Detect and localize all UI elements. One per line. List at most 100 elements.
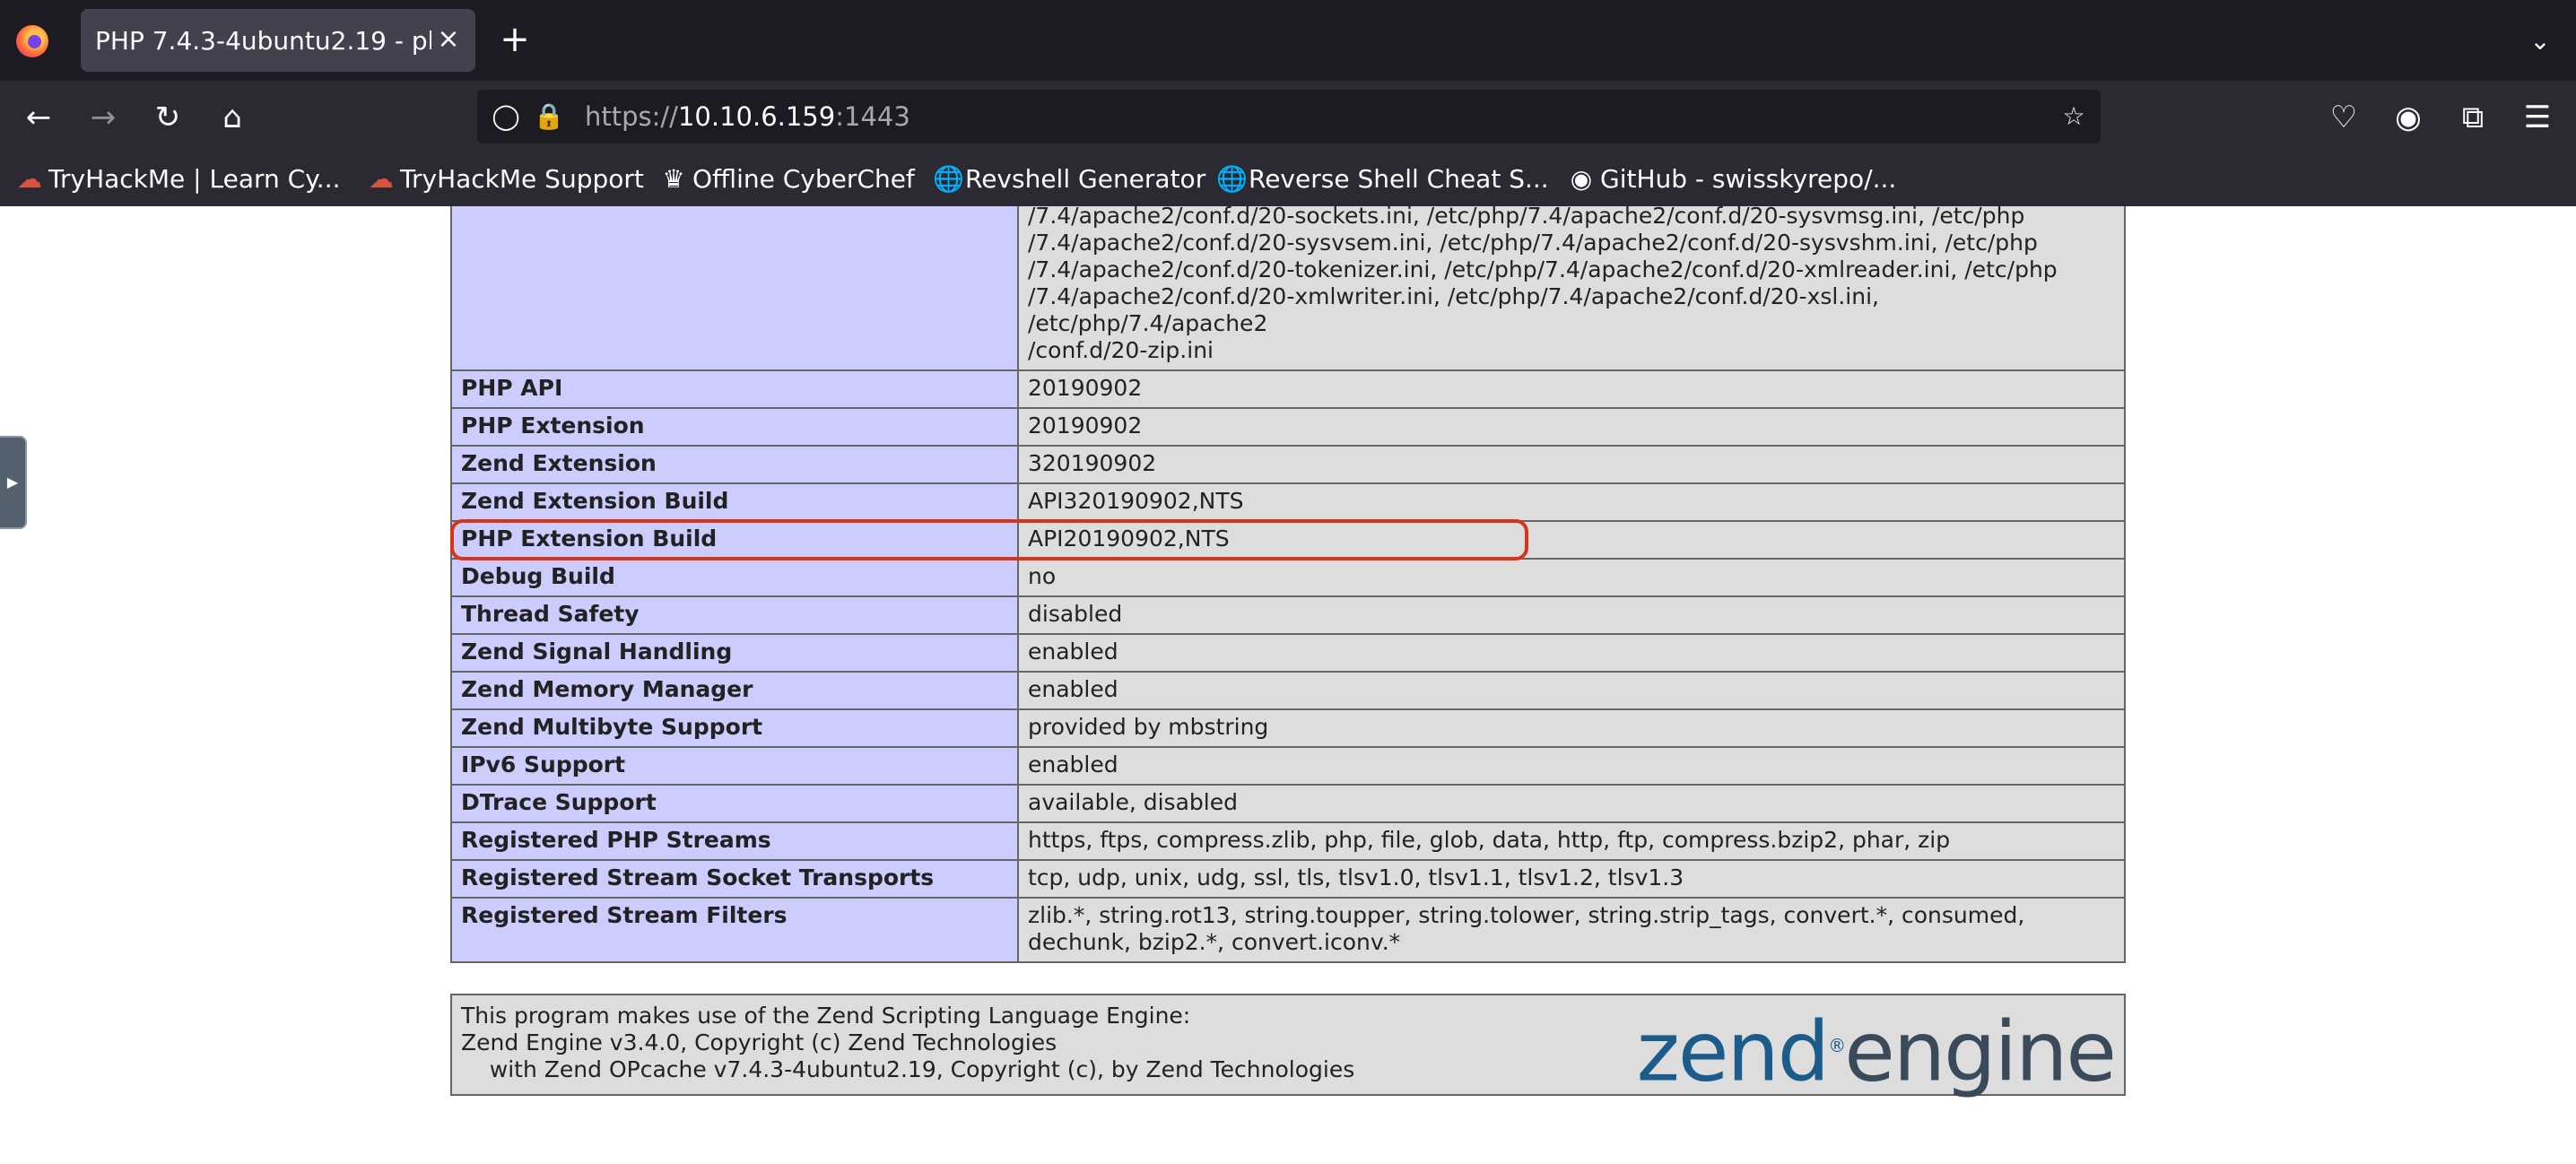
bookmark-label: Reverse Shell Cheat S...	[1249, 164, 1549, 194]
bookmark-label: Offline CyberChef	[692, 164, 915, 194]
row-label: Zend Multibyte Support	[450, 708, 1019, 748]
bookmark-tryhackme[interactable]: ☁ TryHackMe | Learn Cy...	[16, 161, 341, 197]
row-value: provided by mbstring	[1017, 708, 2126, 748]
url-host: 10.10.6.159	[677, 101, 836, 132]
engine-logo-word: engine	[1844, 1003, 2117, 1100]
table-row: PHP Extension Build API20190902,NTS	[450, 520, 2126, 560]
table-row: /7.4/apache2/conf.d/20-sockets.ini, /etc…	[450, 206, 2126, 371]
zend-credits-text: This program makes use of the Zend Scrip…	[461, 1003, 1355, 1082]
row-value: API320190902,NTS	[1017, 482, 2126, 522]
bookmark-github[interactable]: ◉ GitHub - swisskyrepo/...	[1568, 161, 1897, 197]
tab-bar: PHP 7.4.3-4ubuntu2.19 - phpinfo() × + ⌄	[0, 0, 2576, 81]
row-value: 20190902	[1017, 407, 2126, 447]
registered-mark: ®	[1828, 1035, 1846, 1056]
new-tab-button[interactable]: +	[495, 22, 535, 61]
pocket-icon[interactable]: ♡	[2323, 97, 2364, 138]
row-value: zlib.*, string.rot13, string.toupper, st…	[1017, 897, 2126, 963]
row-value: tcp, udp, unix, udg, ssl, tls, tlsv1.0, …	[1017, 859, 2126, 899]
row-value: 320190902	[1017, 445, 2126, 484]
chef-hat-icon: ♛	[662, 164, 685, 194]
sidebar-toggle-handle[interactable]: ▶	[0, 436, 27, 529]
bookmark-reverse-shell-cheat[interactable]: 🌐Reverse Shell Cheat S...	[1216, 161, 1549, 197]
zend-engine-box: This program makes use of the Zend Scrip…	[450, 994, 2126, 1100]
row-value: available, disabled	[1017, 784, 2126, 823]
row-value: enabled	[1017, 671, 2126, 710]
row-label: Zend Signal Handling	[450, 633, 1019, 673]
row-value: enabled	[1017, 633, 2126, 673]
table-row: PHP API 20190902	[450, 369, 2126, 409]
bookmark-revshell-generator[interactable]: 🌐Revshell Generator	[933, 161, 1205, 197]
row-label: Zend Memory Manager	[450, 671, 1019, 710]
row-value: 20190902	[1017, 369, 2126, 409]
url-text[interactable]: https://10.10.6.159:1443	[585, 102, 910, 131]
table-row: Zend Memory Manager enabled	[450, 671, 2126, 710]
table-row: PHP Extension 20190902	[450, 407, 2126, 447]
home-icon[interactable]: ⌂	[212, 97, 253, 138]
table-row: Zend Multibyte Support provided by mbstri…	[450, 708, 2126, 748]
table-row: Registered Stream Socket Transports tcp, …	[450, 859, 2126, 899]
row-label: DTrace Support	[450, 784, 1019, 823]
globe-icon: 🌐	[933, 164, 964, 194]
firefox-logo-icon[interactable]	[16, 25, 48, 57]
row-value: enabled	[1017, 746, 2126, 786]
table-row: IPv6 Support enabled	[450, 746, 2126, 786]
ini-files-value: /7.4/apache2/conf.d/20-sockets.ini, /etc…	[1017, 206, 2126, 371]
row-label: Registered Stream Socket Transports	[450, 859, 1019, 899]
reload-icon[interactable]: ↻	[147, 97, 188, 138]
table-row: Zend Extension 320190902	[450, 445, 2126, 484]
row-value: https, ftps, compress.zlib, php, file, g…	[1017, 821, 2126, 861]
globe-icon: 🌐	[1216, 164, 1248, 194]
tab-title: PHP 7.4.3-4ubuntu2.19 - phpinfo()	[95, 27, 431, 56]
bookmarks-toolbar: ☁ TryHackMe | Learn Cy... ☁ TryHackMe Supp…	[0, 152, 2576, 206]
address-bar[interactable]: ◯ 🔒 https://10.10.6.159:1443 ☆	[477, 90, 2101, 143]
row-label: Zend Extension Build	[450, 482, 1019, 522]
row-label: Thread Safety	[450, 595, 1019, 635]
table-row: Registered Stream Filters zlib.*, string.…	[450, 897, 2126, 963]
close-tab-icon[interactable]: ×	[432, 23, 465, 56]
bookmark-tryhackme-support[interactable]: ☁ TryHackMe Support	[368, 161, 644, 197]
shield-icon[interactable]: ◯	[490, 100, 522, 133]
bookmark-star-icon[interactable]: ☆	[2058, 100, 2090, 133]
menu-icon[interactable]: ☰	[2517, 97, 2558, 138]
bookmark-label: TryHackMe | Learn Cy...	[48, 164, 341, 194]
cloud-icon: ☁	[369, 164, 394, 194]
phpinfo-table: /7.4/apache2/conf.d/20-sockets.ini, /etc…	[450, 206, 2126, 963]
table-row: Zend Signal Handling enabled	[450, 633, 2126, 673]
account-avatar-icon[interactable]: ◉	[2388, 97, 2429, 138]
bookmark-cyberchef[interactable]: ♛ Offline CyberChef	[660, 161, 915, 197]
cloud-icon: ☁	[17, 164, 42, 194]
table-row: DTrace Support available, disabled	[450, 784, 2126, 823]
row-value: disabled	[1017, 595, 2126, 635]
navigation-toolbar: ← → ↻ ⌂ ◯ 🔒 https://10.10.6.159:1443 ☆ ♡…	[0, 81, 2576, 152]
row-label: IPv6 Support	[450, 746, 1019, 786]
table-row: Debug Build no	[450, 558, 2126, 597]
page-content: ▶ /7.4/apache2/conf.d/20-sockets.ini, /e…	[0, 206, 2576, 1164]
bookmark-label: GitHub - swisskyrepo/...	[1600, 164, 1897, 194]
forward-arrow-icon[interactable]: →	[83, 97, 124, 138]
url-scheme: https://	[585, 101, 678, 132]
browser-chrome: PHP 7.4.3-4ubuntu2.19 - phpinfo() × + ⌄ …	[0, 0, 2576, 206]
lock-warning-icon[interactable]: 🔒	[533, 100, 565, 133]
back-arrow-icon[interactable]: ←	[18, 97, 59, 138]
zend-engine-logo[interactable]: zend®engine	[1636, 1001, 2117, 1100]
url-port: :1443	[835, 101, 910, 132]
chevron-down-icon[interactable]: ⌄	[2522, 23, 2558, 59]
extensions-icon[interactable]: ⧉	[2452, 97, 2493, 138]
row-label: Zend Extension	[450, 445, 1019, 484]
row-label: Registered Stream Filters	[450, 897, 1019, 963]
table-row: Zend Extension Build API320190902,NTS	[450, 482, 2126, 522]
zend-logo-word: zend	[1636, 1003, 1831, 1100]
bookmark-label: TryHackMe Support	[400, 164, 644, 194]
bookmark-label: Revshell Generator	[965, 164, 1206, 194]
row-value: API20190902,NTS	[1017, 520, 2126, 560]
row-label: PHP Extension	[450, 407, 1019, 447]
table-row: Thread Safety disabled	[450, 595, 2126, 635]
row-label: PHP Extension Build	[450, 520, 1019, 560]
active-tab[interactable]: PHP 7.4.3-4ubuntu2.19 - phpinfo() ×	[81, 9, 475, 72]
row-value: no	[1017, 558, 2126, 597]
row-label	[450, 206, 1019, 371]
row-label: PHP API	[450, 369, 1019, 409]
row-label: Debug Build	[450, 558, 1019, 597]
row-label: Registered PHP Streams	[450, 821, 1019, 861]
github-icon: ◉	[1570, 164, 1593, 194]
